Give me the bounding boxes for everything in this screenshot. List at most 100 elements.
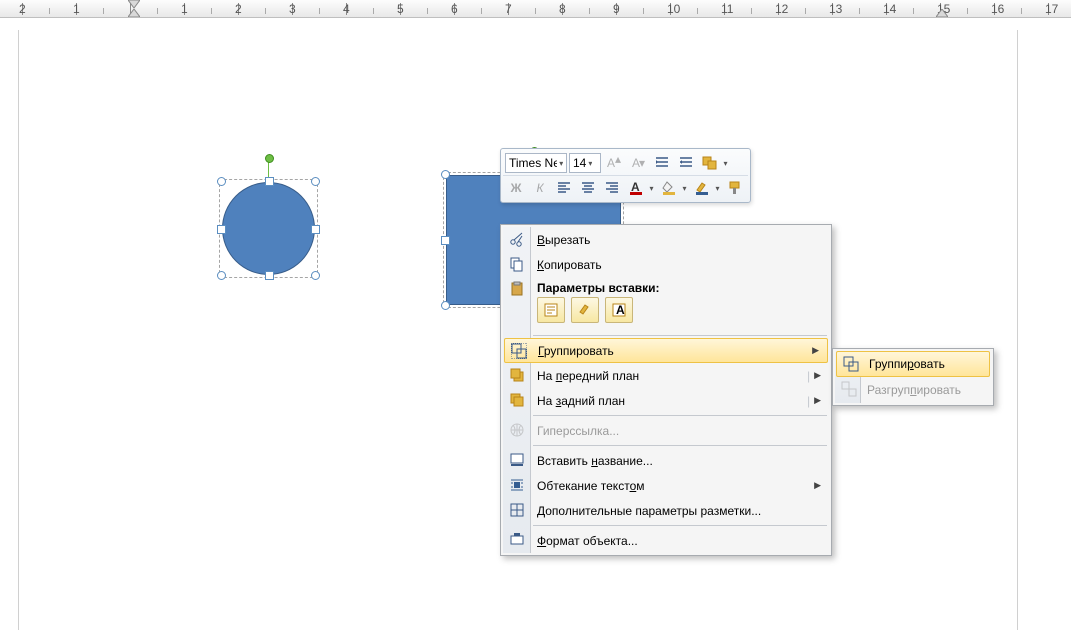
resize-handle-bl[interactable] xyxy=(217,271,226,280)
increase-indent-button[interactable] xyxy=(675,152,697,174)
menu-group-label: Группировать xyxy=(538,344,614,358)
bring-front-icon xyxy=(508,366,526,384)
resize-handle-b[interactable] xyxy=(265,271,274,280)
menu-paste-options: Параметры вставки: A xyxy=(503,277,829,333)
group-icon xyxy=(842,355,860,373)
layout-icon xyxy=(508,501,526,519)
submenu-arrow-icon: ▶ xyxy=(814,480,821,491)
submenu-ungroup: Разгруппировать xyxy=(835,377,991,403)
font-size-value: 14 xyxy=(573,156,586,170)
align-left-button[interactable] xyxy=(553,177,575,199)
resize-handle-tl[interactable] xyxy=(217,177,226,186)
text-wrap-icon xyxy=(508,476,526,494)
grow-font-button[interactable]: A▴ xyxy=(603,152,625,174)
menu-separator xyxy=(533,525,827,526)
menu-hyperlink-label: Гиперссылка... xyxy=(537,424,619,438)
resize-handle-l[interactable] xyxy=(217,225,226,234)
bold-label: Ж xyxy=(511,181,522,195)
shape-fill-button[interactable]: ▾ xyxy=(658,177,689,199)
font-size-combo[interactable]: 14▾ xyxy=(569,153,601,173)
menu-copy[interactable]: Копировать xyxy=(503,252,829,277)
svg-text:▾: ▾ xyxy=(639,156,645,170)
caption-icon xyxy=(508,451,526,469)
shape-outline-button[interactable]: ▾ xyxy=(691,177,722,199)
right-indent-marker[interactable] xyxy=(936,9,948,18)
first-line-indent-marker[interactable] xyxy=(128,0,140,9)
ruler-label: 13 xyxy=(829,2,842,16)
menu-separator xyxy=(533,415,827,416)
menu-text-wrapping[interactable]: Обтекание текстом ▶ xyxy=(503,473,829,498)
menu-copy-label: Копировать xyxy=(537,258,602,272)
ruler-label: 12 xyxy=(775,2,788,16)
menu-insert-caption-label: Вставить название... xyxy=(537,454,653,468)
horizontal-ruler[interactable]: 2 1 1 2 3 4 5 6 7 8 9 10 11 12 13 14 15 … xyxy=(0,0,1071,18)
rotate-handle[interactable] xyxy=(265,154,274,163)
resize-handle-tr[interactable] xyxy=(311,177,320,186)
submenu-arrow-icon: ▶ xyxy=(814,370,821,381)
copy-icon xyxy=(508,255,526,273)
ruler-label: 2 xyxy=(19,2,26,16)
italic-button[interactable]: К xyxy=(529,177,551,199)
decrease-indent-button[interactable] xyxy=(651,152,673,174)
submenu-ungroup-label: Разгруппировать xyxy=(867,383,961,397)
quick-styles-button[interactable]: ▾ xyxy=(699,152,730,174)
context-menu: Вырезать Копировать Параметры вставки: A… xyxy=(500,224,832,556)
menu-separator xyxy=(533,335,827,336)
align-center-button[interactable] xyxy=(577,177,599,199)
ruler-label: 6 xyxy=(451,2,458,16)
resize-handle-l[interactable] xyxy=(441,236,450,245)
font-family-combo[interactable]: Times Ne▾ xyxy=(505,153,567,173)
align-right-button[interactable] xyxy=(601,177,623,199)
ungroup-icon xyxy=(840,380,858,398)
italic-label: К xyxy=(536,181,543,195)
menu-cut-label: Вырезать xyxy=(537,233,590,247)
paste-option-merge-formatting[interactable] xyxy=(571,297,599,323)
menu-more-layout-options[interactable]: Дополнительные параметры разметки... xyxy=(503,498,829,523)
menu-format-object[interactable]: Формат объекта... xyxy=(503,528,829,553)
menu-hyperlink: Гиперссылка... xyxy=(503,418,829,443)
menu-insert-caption[interactable]: Вставить название... xyxy=(503,448,829,473)
format-painter-button[interactable] xyxy=(724,177,746,199)
group-icon xyxy=(510,342,528,360)
menu-send-back-label: На задний план xyxy=(537,394,625,408)
menu-group[interactable]: Группировать ▶ xyxy=(504,338,828,363)
ruler-label: 1 xyxy=(181,2,188,16)
ruler-label: 2 xyxy=(235,2,242,16)
shape-ellipse[interactable] xyxy=(222,182,315,275)
submenu-group[interactable]: Группировать xyxy=(836,351,990,377)
shrink-font-button[interactable]: A▾ xyxy=(627,152,649,174)
menu-bring-to-front[interactable]: На передний план | ▶ xyxy=(503,363,829,388)
svg-text:A: A xyxy=(616,303,625,317)
bold-button[interactable]: Ж xyxy=(505,177,527,199)
ruler-label: 8 xyxy=(559,2,566,16)
menu-more-layout-label: Дополнительные параметры разметки... xyxy=(537,504,761,518)
menu-bring-front-label: На передний план xyxy=(537,369,639,383)
resize-handle-bl[interactable] xyxy=(441,301,450,310)
ruler-label: 9 xyxy=(613,2,620,16)
resize-handle-tl[interactable] xyxy=(441,170,450,179)
menu-text-wrap-label: Обтекание текстом xyxy=(537,479,645,493)
left-indent-marker[interactable] xyxy=(128,9,140,18)
ruler-label: 1 xyxy=(73,2,80,16)
ruler-label: 14 xyxy=(883,2,896,16)
menu-send-to-back[interactable]: На задний план | ▶ xyxy=(503,388,829,413)
resize-handle-br[interactable] xyxy=(311,271,320,280)
resize-handle-t[interactable] xyxy=(265,177,274,186)
submenu-arrow-icon: ▶ xyxy=(814,395,821,406)
resize-handle-r[interactable] xyxy=(311,225,320,234)
send-back-icon xyxy=(508,391,526,409)
menu-cut[interactable]: Вырезать xyxy=(503,227,829,252)
font-family-value: Times Ne xyxy=(509,156,557,170)
ruler-label: 5 xyxy=(397,2,404,16)
mini-toolbar: Times Ne▾ 14▾ A▴ A▾ ▾ Ж К xyxy=(500,148,751,203)
svg-text:▴: ▴ xyxy=(615,155,621,166)
svg-text:A: A xyxy=(607,156,615,170)
ruler-label: 10 xyxy=(667,2,680,16)
ruler-label: 7 xyxy=(505,2,512,16)
ruler-label: 16 xyxy=(991,2,1004,16)
format-icon xyxy=(508,531,526,549)
font-color-button[interactable]: A ▾ xyxy=(625,177,656,199)
paste-option-picture[interactable]: A xyxy=(605,297,633,323)
group-submenu: Группировать Разгруппировать xyxy=(832,348,994,406)
paste-option-keep-formatting[interactable] xyxy=(537,297,565,323)
